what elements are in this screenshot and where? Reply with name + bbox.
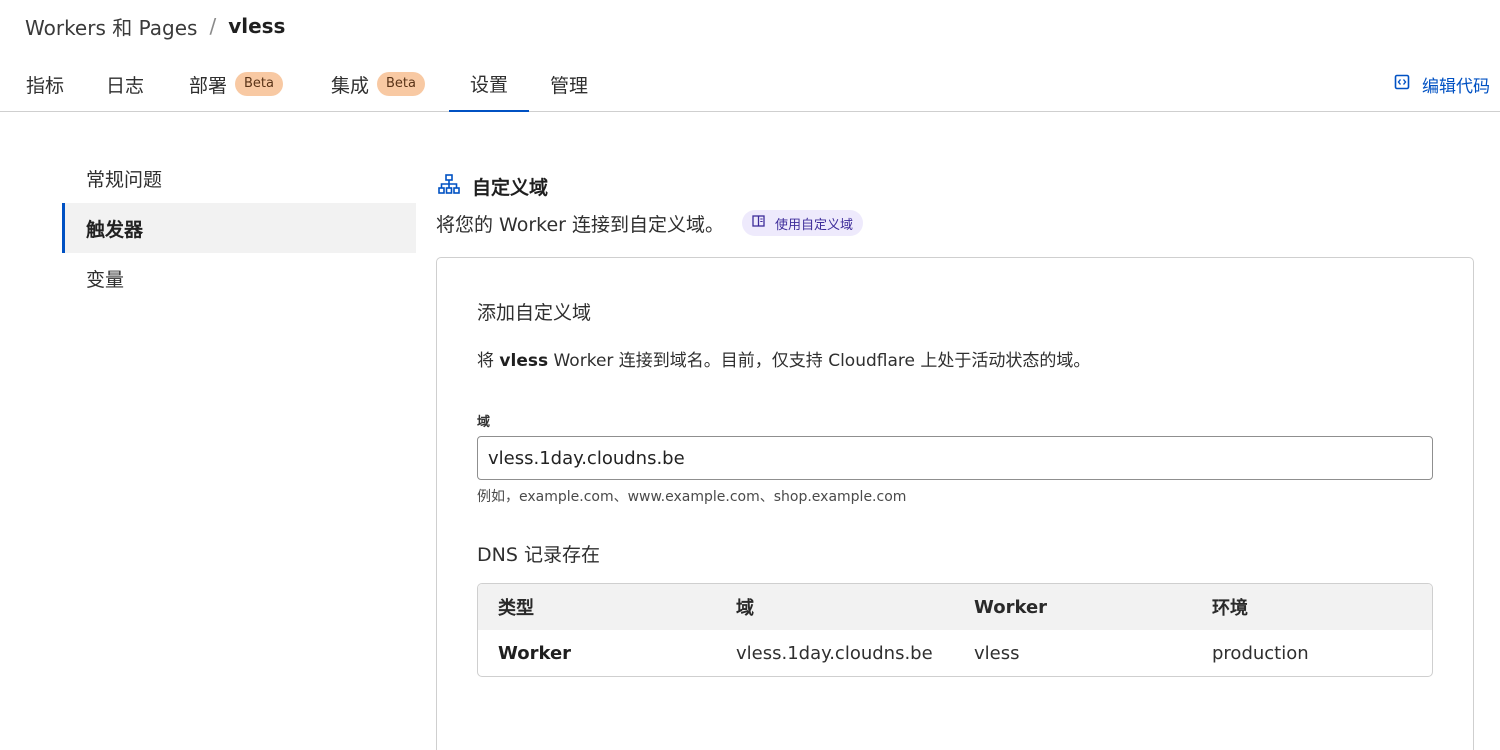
docs-link[interactable]: 使用自定义域 [742,210,864,236]
code-icon [1394,74,1422,95]
table-header-row: 类型 域 Worker 环境 [478,584,1432,630]
tab-label: 指标 [25,74,64,97]
cell-domain: vless.1day.cloudns.be [736,642,933,664]
sidebar-item-variables[interactable]: 变量 [62,253,416,303]
tab-label: 设置 [469,73,508,96]
dns-records-title: DNS 记录存在 [477,544,600,566]
tab-deployments[interactable]: 部署 Beta [185,56,287,112]
breadcrumb-separator: / [209,14,217,38]
cell-type: Worker [498,642,572,664]
cell-environment: production [1212,642,1309,664]
tab-label: 集成 [331,74,370,97]
dns-records-table: 类型 域 Worker 环境 Worker vless.1day.cloudns… [477,583,1433,677]
breadcrumb-current: vless [228,14,286,38]
tab-label: 日志 [105,74,144,97]
tab-label: 部署 [189,74,228,97]
column-header-worker: Worker [974,596,1048,618]
column-header-type: 类型 [498,598,534,619]
domain-input[interactable] [477,436,1433,480]
edit-code-label: 编辑代码 [1422,76,1490,97]
beta-badge: Beta [377,72,425,96]
column-header-environment: 环境 [1212,598,1248,619]
tab-bar: 指标 日志 部署 Beta 集成 Beta 设置 管理 编辑代码 [0,56,1500,112]
sidebar-item-triggers[interactable]: 触发器 [62,203,416,253]
card-desc-prefix: 将 [477,351,500,371]
breadcrumb: Workers 和 Pages / vless [25,12,285,40]
tab-manage[interactable]: 管理 [549,56,589,112]
sidebar-item-label: 触发器 [86,218,144,241]
table-row: Worker vless.1day.cloudns.be vless produ… [478,630,1432,676]
docs-link-label: 使用自定义域 [775,217,854,233]
breadcrumb-parent[interactable]: Workers 和 Pages [25,12,197,41]
worker-name: vless [499,351,549,371]
tab-settings[interactable]: 设置 [449,56,529,112]
section-title: 自定义域 [438,172,548,200]
section-title-text: 自定义域 [472,176,549,199]
tab-label: 管理 [549,74,588,97]
section-description: 将您的 Worker 连接到自定义域。 使用自定义域 [436,208,864,238]
book-icon [752,215,775,231]
column-header-domain: 域 [736,598,754,619]
sidebar-item-label: 变量 [86,268,125,291]
cell-worker: vless [974,642,1020,664]
card-description: 将 vless Worker 连接到域名。目前，仅支持 Cloudflare 上… [477,346,1090,371]
beta-badge: Beta [235,72,283,96]
tab-integrations[interactable]: 集成 Beta [326,56,430,112]
card-title: 添加自定义域 [477,302,592,324]
sidebar-item-label: 常规问题 [86,168,163,191]
domain-field-hint: 例如，example.com、www.example.com、shop.exam… [477,489,907,505]
add-custom-domain-card: 添加自定义域 将 vless Worker 连接到域名。目前，仅支持 Cloud… [436,257,1474,750]
settings-sidebar: 常规问题 触发器 变量 [62,153,416,303]
sitemap-icon [438,173,472,199]
domain-field-label: 域 [477,415,491,430]
tab-metrics[interactable]: 指标 [25,56,65,112]
tab-logs[interactable]: 日志 [105,56,145,112]
sidebar-item-general[interactable]: 常规问题 [62,153,416,203]
edit-code-button[interactable]: 编辑代码 [1394,56,1490,112]
section-description-text: 将您的 Worker 连接到自定义域。 [436,213,725,236]
card-desc-suffix: Worker 连接到域名。目前，仅支持 Cloudflare 上处于活动状态的域… [548,351,1091,371]
